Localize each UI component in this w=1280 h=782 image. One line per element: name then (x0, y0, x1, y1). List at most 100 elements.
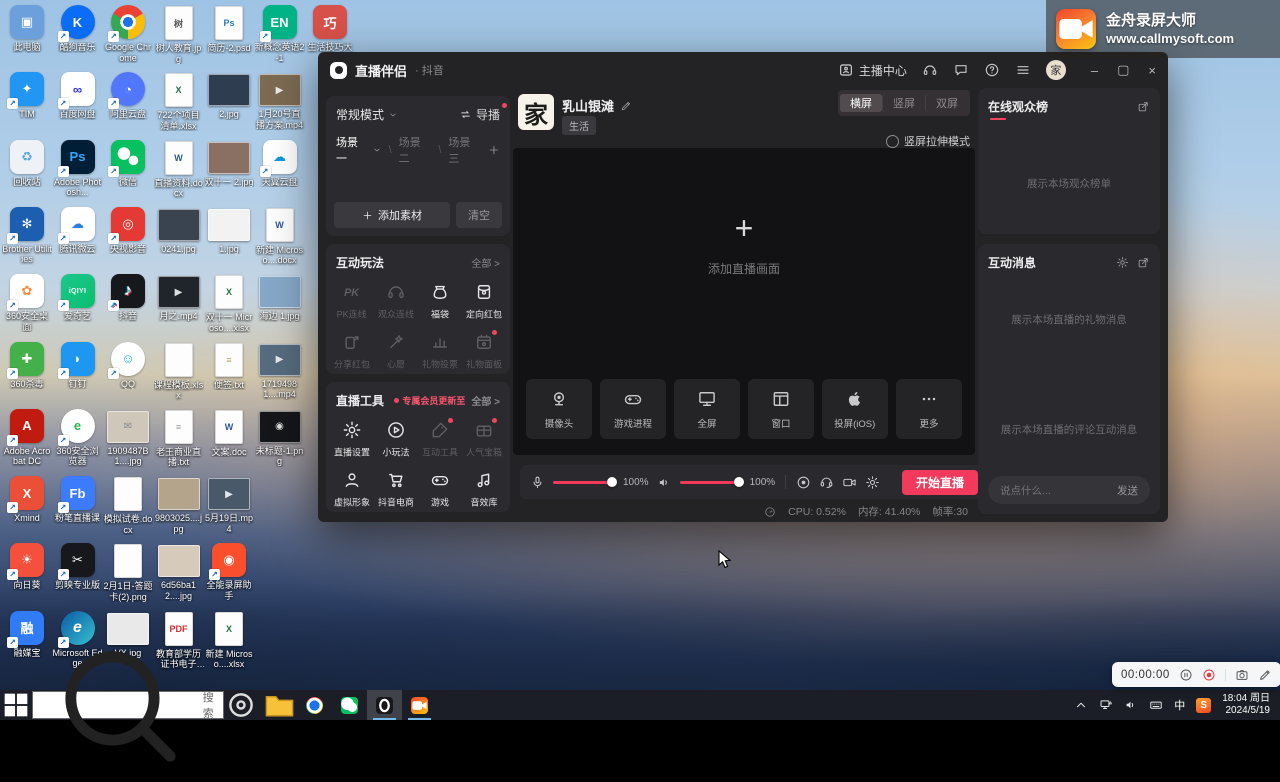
scene-tab[interactable]: 场景二 (399, 134, 432, 166)
desktop-icon[interactable]: ◗↗钉钉 (53, 342, 103, 390)
interactive-play-item[interactable]: 礼物面板 (462, 332, 506, 371)
desktop-icon[interactable]: 树↗树人教育.jpg (154, 5, 204, 64)
desktop-icon[interactable]: ↗模拟试卷.docx (103, 476, 153, 535)
speaker-icon[interactable] (657, 475, 672, 490)
desktop-icon[interactable]: ♪↗抖音 (103, 274, 153, 322)
start-live-button[interactable]: 开始直播 (902, 470, 978, 495)
desktop-icon[interactable]: ▶↗1月20号直播方案.mp4 (255, 72, 305, 130)
desktop-icon[interactable]: Ps↗Adobe Photosh... (53, 140, 103, 198)
desktop-icon[interactable]: ↗1.jpg (204, 207, 254, 255)
desktop-icon[interactable]: ☁↗腾讯微云 (53, 207, 103, 255)
desktop-icon[interactable]: ↗海边 1.jpg (255, 274, 305, 322)
desktop-icon[interactable]: W↗新建 Microso....docx (255, 207, 305, 266)
desktop-icon[interactable]: ↗Google Chrome (103, 5, 153, 63)
source-button[interactable]: 投屏(iOS) (822, 379, 888, 439)
feedback-chat-icon[interactable] (953, 62, 969, 78)
desktop-icon[interactable]: ◔↗阿里云盘 (103, 72, 153, 120)
desktop-icon[interactable]: ▣↗此电脑 (2, 5, 52, 53)
desktop-icon[interactable]: ↗9803025....jpg (154, 476, 204, 534)
chat-input[interactable]: 说点什么... 发送 (988, 476, 1150, 504)
preview-canvas[interactable]: + 添加直播画面 摄像头游戏进程全屏窗口投屏(iOS)更多 (513, 148, 975, 455)
desktop-icon[interactable]: Fb↗粉笔直播课 (53, 476, 103, 524)
desktop-icon[interactable]: ≡↗便签.txt (204, 342, 254, 391)
speaker-slider-knob[interactable] (734, 477, 744, 487)
popout-icon[interactable] (1137, 256, 1150, 269)
desktop-icon[interactable]: ◎↗央视影音 (103, 207, 153, 255)
desktop-icon[interactable]: ✂↗剪映专业版 (53, 543, 103, 591)
scene-tab[interactable]: 场景三 (448, 134, 481, 166)
desktop-icon[interactable]: A↗Adobe Acrobat DC (2, 409, 52, 467)
menu-icon[interactable] (1015, 62, 1031, 78)
desktop-icon[interactable]: ↗双十一 2.jpg (204, 140, 254, 188)
virtual-camera-icon[interactable] (796, 475, 811, 490)
desktop-icon[interactable]: X↗双十一 Microso....xlsx (204, 274, 254, 333)
live-tool-item[interactable]: 抖音电商 (374, 470, 418, 509)
desktop-icon[interactable]: ♻↗回收站 (2, 140, 52, 188)
desktop-icon[interactable]: X↗新建 Microso....xlsx (204, 611, 254, 670)
desktop-icon[interactable]: ✦↗TIM (2, 72, 52, 120)
desktop-icon[interactable]: ☀↗向日葵 (2, 543, 52, 591)
pause-button[interactable] (1179, 668, 1193, 682)
interactive-play-item[interactable]: 福袋 (418, 282, 462, 321)
add-material-button[interactable]: 添加素材 (334, 202, 450, 228)
desktop-icon[interactable]: ∞↗百度网盘 (53, 72, 103, 120)
desktop-icon[interactable]: ☁↗天翼云盘 (255, 140, 305, 188)
room-cover-image[interactable]: 家 (518, 94, 554, 130)
taskbar-app-chrome[interactable] (297, 690, 332, 720)
desktop-icon[interactable]: ↗2月1日-答题卡(2).png (103, 543, 153, 602)
stretch-mode-checkbox[interactable]: 竖屏拉伸模式 (886, 133, 970, 149)
taskbar-app-wechat[interactable] (332, 690, 367, 720)
live-tool-item[interactable]: 直播设置 (330, 420, 374, 459)
microphone-icon[interactable] (530, 475, 545, 490)
taskbar-clock[interactable]: 18:04 周日 2024/5/19 (1222, 693, 1270, 717)
camera-toggle-icon[interactable] (842, 475, 857, 490)
ime-indicator[interactable]: 中 (1174, 697, 1185, 713)
orientation-option[interactable]: 双屏 (925, 94, 968, 112)
desktop-icon[interactable]: W↗直播资料.docx (154, 140, 204, 199)
desktop-icon[interactable]: ✚↗360杀毒 (2, 342, 52, 390)
send-button[interactable]: 发送 (1117, 483, 1138, 498)
taskbar-app-recorder[interactable] (402, 690, 437, 720)
desktop-icon[interactable]: ☺↗QQ (103, 342, 153, 390)
desktop-icon[interactable]: ▶↗17194981....mp4 (255, 342, 305, 400)
sogou-ime-icon[interactable]: S (1196, 698, 1211, 713)
maximize-button[interactable]: ▢ (1117, 62, 1129, 78)
desktop-icon[interactable]: Ps↗简历-2.psd (204, 5, 254, 54)
interactive-play-item[interactable]: 分享红包 (330, 332, 374, 371)
interactive-play-item[interactable]: 观众连线 (374, 282, 418, 321)
source-button[interactable]: 全屏 (674, 379, 740, 439)
interactive-play-item[interactable]: 礼物投票 (418, 332, 462, 371)
room-category-tag[interactable]: 生活 (562, 116, 596, 135)
desktop-icon[interactable]: X↗Xmind (2, 476, 52, 524)
desktop-icon[interactable]: ✿↗360安全桌面 (2, 274, 52, 332)
volume-icon[interactable] (1124, 698, 1138, 712)
desktop-icon[interactable]: ↗微信 (103, 140, 153, 188)
interactive-play-item[interactable]: PKPK连线 (330, 282, 374, 321)
desktop-icon[interactable]: X↗722个项目清单.xlsx (154, 72, 204, 131)
recorder-control-bar[interactable]: 00:00:00 (1112, 662, 1280, 687)
live-tool-item[interactable]: 小玩法 (374, 420, 418, 459)
scene-tab[interactable]: 场景一 (336, 134, 382, 166)
source-button[interactable]: 游戏进程 (600, 379, 666, 439)
user-avatar[interactable]: 家 (1046, 60, 1066, 80)
speaker-volume-slider[interactable] (680, 481, 742, 484)
tray-expand-icon[interactable] (1074, 698, 1088, 712)
anchor-center-button[interactable]: 主播中心 (838, 62, 907, 79)
add-scene-button[interactable] (488, 144, 500, 156)
minimize-button[interactable]: – (1091, 63, 1098, 78)
orientation-option[interactable]: 竖屏 (882, 94, 925, 112)
network-icon[interactable] (1099, 698, 1113, 712)
add-source-plus[interactable]: + (513, 210, 975, 247)
desktop-icon[interactable]: ↗0241.jpg (154, 207, 204, 255)
audience-tab[interactable]: 在线观众榜 (988, 98, 1048, 115)
desktop-icon[interactable]: e↗360安全浏览器 (53, 409, 103, 467)
live-tool-item[interactable]: 音效库 (462, 470, 506, 509)
desktop-icon[interactable]: ✻↗Brother Utilities (2, 207, 52, 265)
interactive-play-item[interactable]: 定向红包 (462, 282, 506, 321)
interactive-play-item[interactable]: 心愿 (374, 332, 418, 371)
desktop-icon[interactable]: ↗6d56ba12....jpg (154, 543, 204, 601)
desktop-icon[interactable]: ↗课程模板.xlsx (154, 342, 204, 401)
desktop-icon[interactable]: ◉↗未标题-1.png (255, 409, 305, 467)
desktop-icon[interactable]: ↗2.jpg (204, 72, 254, 120)
mode-dropdown[interactable]: 常规模式 (336, 106, 398, 123)
